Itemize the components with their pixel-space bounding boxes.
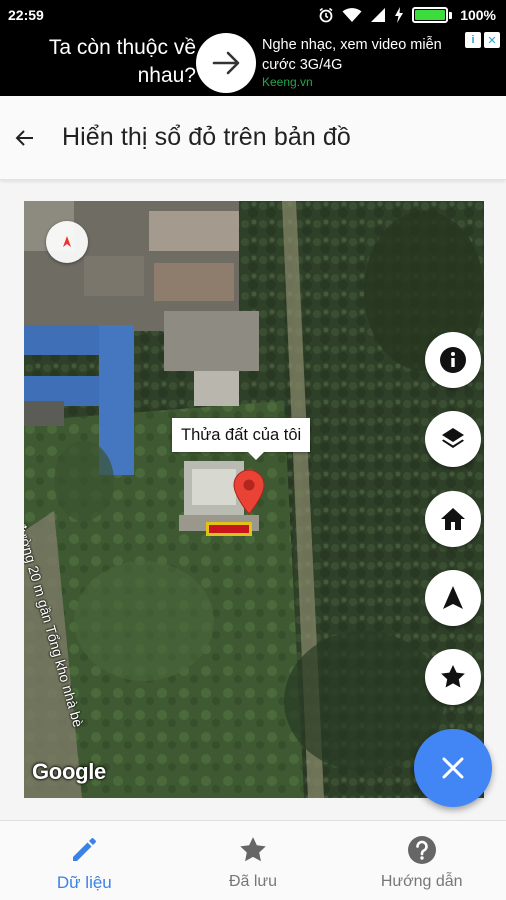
navigation-icon [443, 586, 463, 609]
map-pin-icon[interactable] [233, 469, 265, 515]
home-icon [441, 508, 465, 530]
bottom-nav: Dữ liệu Đã lưu Hướng dẫn [0, 820, 506, 900]
compass-icon [63, 236, 71, 247]
nav-label-saved: Đã lưu [228, 873, 278, 890]
land-parcel-highlight[interactable] [206, 522, 252, 536]
nav-label-help: Hướng dẫn [380, 873, 463, 890]
close-fab[interactable] [414, 729, 492, 807]
signal-icon [371, 8, 386, 22]
navigation-button[interactable] [425, 570, 481, 626]
google-logo: Google [32, 759, 106, 784]
marker-info-window[interactable]: Thửa đất của tôi [172, 418, 311, 460]
battery-icon [412, 7, 453, 23]
status-icons: 100% [318, 7, 496, 23]
back-button[interactable] [0, 113, 50, 163]
nav-item-saved[interactable]: Đã lưu [169, 821, 338, 900]
status-time: 22:59 [8, 7, 44, 23]
help-icon [407, 836, 436, 864]
favorite-button[interactable] [425, 649, 481, 705]
nav-item-data[interactable]: Dữ liệu [0, 821, 169, 900]
home-button[interactable] [425, 491, 481, 547]
nav-item-help[interactable]: Hướng dẫn [337, 821, 506, 900]
star-icon [441, 665, 465, 688]
layers-icon [442, 428, 464, 448]
nav-label-data: Dữ liệu [56, 873, 112, 892]
ad-banner[interactable]: Ta còn thuộc về nhau? Nghe nhạc, xem vid… [0, 30, 506, 96]
charging-icon [395, 7, 404, 23]
close-icon[interactable]: ✕ [484, 32, 500, 48]
status-bar: 22:59 100% [0, 0, 506, 30]
arrow-forward-icon [212, 51, 240, 75]
star-icon [240, 837, 266, 862]
page-title: Hiển thị sổ đỏ trên bản đồ [62, 123, 351, 151]
battery-percent: 100% [460, 7, 496, 23]
wifi-icon [342, 8, 362, 22]
arrow-back-icon [15, 129, 33, 146]
ad-body: Nghe nhạc, xem video miễn cước 3G/4G Kee… [262, 35, 472, 89]
pencil-icon [73, 838, 97, 861]
map-view[interactable]: Thửa đất của tôi đường 20 m gần Tổng kho… [24, 201, 484, 798]
info-button[interactable] [425, 332, 481, 388]
app-bar: Hiển thị sổ đỏ trên bản đồ [0, 96, 506, 180]
ad-choices[interactable]: i ✕ [465, 32, 500, 48]
info-icon[interactable]: i [465, 32, 481, 48]
ad-arrow-button[interactable] [196, 33, 256, 93]
alarm-icon [319, 7, 333, 23]
layers-button[interactable] [425, 411, 481, 467]
ad-url: Keeng.vn [262, 75, 313, 89]
compass-button[interactable] [46, 221, 88, 263]
info-icon [440, 347, 466, 373]
close-icon [442, 757, 464, 779]
ad-headline: Ta còn thuộc về nhau? [48, 36, 196, 87]
ad-body-text: Nghe nhạc, xem video miễn cước 3G/4G [262, 37, 442, 73]
